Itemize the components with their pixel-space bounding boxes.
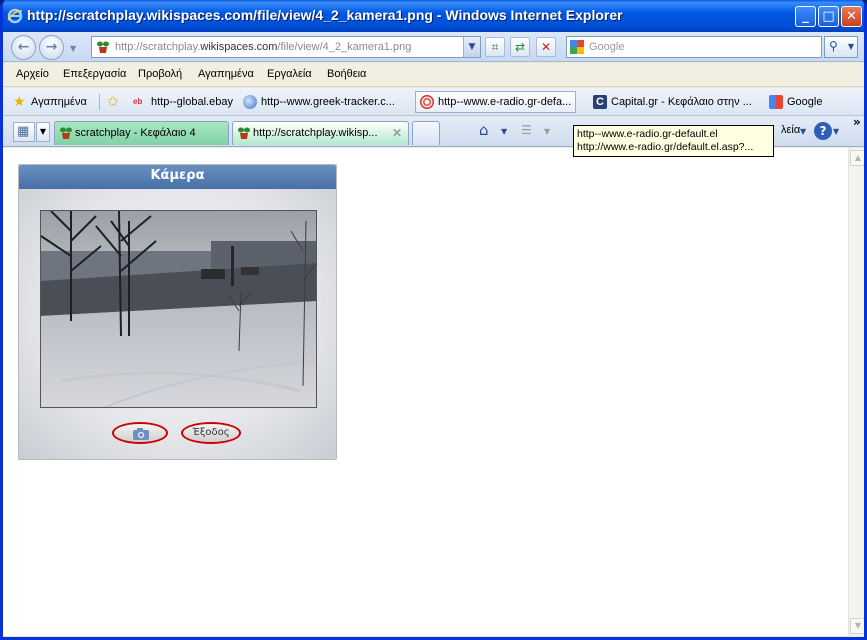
google-icon	[570, 40, 584, 54]
grid-icon: ▦	[17, 124, 30, 139]
plant-favicon-icon	[60, 127, 72, 139]
browser-window: http://scratchplay.wikispaces.com/file/v…	[0, 0, 867, 640]
scroll-down-icon[interactable]: ▼	[850, 618, 864, 634]
new-tab-button[interactable]	[412, 121, 440, 145]
minimize-button[interactable]: _	[795, 6, 816, 27]
panel-title: Κάμερα	[150, 168, 205, 183]
arrow-left-icon: ←	[17, 39, 30, 55]
tooltip-line-1: http--www.e-radio.gr-default.el	[577, 128, 718, 140]
address-toolbar: ← → ▼ http://scratchplay.wikispaces.com/…	[3, 32, 864, 62]
favorites-separator	[99, 94, 100, 110]
ebay-icon: eb	[133, 97, 143, 106]
history-dropdown-icon[interactable]: ▼	[70, 44, 76, 53]
quick-tabs-button[interactable]: ▦	[13, 122, 35, 142]
search-box[interactable]: Google	[566, 36, 822, 58]
toolbar-overflow-icon[interactable]: »	[853, 115, 861, 129]
plant-favicon-icon	[238, 127, 250, 139]
menu-help[interactable]: Βοήθεια	[327, 68, 366, 80]
favorite-item-google[interactable]: Google	[769, 93, 822, 111]
camera-panel-body: Έξοδος	[19, 189, 336, 459]
add-to-favorites-icon: ✩	[107, 93, 119, 109]
chevron-down-icon[interactable]: ▼	[833, 127, 839, 136]
chevron-down-icon: ▼	[847, 42, 854, 51]
exit-button[interactable]: Έξοδος	[181, 422, 241, 444]
favorites-bar: ★ Αγαπημένα ✩ eb http--global.ebay http-…	[3, 88, 864, 116]
maximize-button[interactable]: □	[818, 6, 839, 27]
window-title: http://scratchplay.wikispaces.com/file/v…	[27, 7, 623, 23]
arrow-right-icon: →	[45, 39, 58, 55]
page-content: Κάμερα Έξοδος	[3, 148, 848, 636]
plant-favicon-icon	[97, 41, 109, 53]
refresh-icon[interactable]: ⇄	[510, 37, 530, 57]
tooltip-line-2: http://www.e-radio.gr/default.el.asp?...	[577, 141, 754, 153]
search-input[interactable]: Google	[589, 41, 624, 53]
favorite-item-ebay[interactable]: eb http--global.ebay	[133, 93, 233, 111]
internet-explorer-icon	[7, 8, 23, 24]
menu-tools[interactable]: Εργαλεία	[267, 68, 312, 80]
maximize-icon: □	[822, 9, 835, 24]
menu-edit[interactable]: Επεξεργασία	[63, 68, 126, 80]
search-icon: ⚲	[829, 39, 838, 53]
snow-street-photo	[41, 211, 316, 407]
favorite-item-e-radio[interactable]: http--www.e-radio.gr-defa...	[415, 91, 577, 113]
title-bar: http://scratchplay.wikispaces.com/file/v…	[3, 0, 864, 32]
compatibility-view-icon[interactable]: ⌗	[485, 37, 505, 57]
home-icon[interactable]: ⌂	[479, 121, 489, 139]
close-button[interactable]: ✕	[841, 6, 862, 27]
globe-icon	[243, 95, 257, 109]
search-button[interactable]: ⚲ ▼	[824, 36, 858, 58]
chevron-down-icon[interactable]: ▼	[800, 127, 806, 136]
add-favorite-button[interactable]: ✩	[107, 93, 123, 111]
favorite-item-capital[interactable]: C Capital.gr - Κεφάλαιο στην ...	[593, 93, 752, 111]
tab-list-dropdown[interactable]: ▼	[36, 122, 50, 142]
close-icon: ✕	[846, 9, 857, 24]
camera-panel-header: Κάμερα	[19, 165, 336, 189]
chevron-down-icon[interactable]: ▼	[544, 127, 550, 136]
vertical-scrollbar[interactable]: ▲ ▼	[848, 148, 864, 636]
close-tab-icon[interactable]: ✕	[392, 122, 402, 144]
tools-menu-label[interactable]: λεία	[781, 124, 800, 136]
chevron-down-icon[interactable]: ▼	[501, 127, 507, 136]
camera-panel: Κάμερα Έξοδος	[18, 164, 337, 460]
stop-icon[interactable]: ✕	[536, 37, 556, 57]
address-bar[interactable]: http://scratchplay.wikispaces.com/file/v…	[91, 36, 481, 58]
back-button[interactable]: ←	[11, 35, 36, 60]
favorite-item-greek-tracker[interactable]: http--www.greek-tracker.c...	[243, 93, 395, 111]
camera-icon	[133, 428, 149, 440]
menu-file[interactable]: Αρχείο	[16, 68, 49, 80]
address-dropdown-icon[interactable]: ▼	[463, 37, 480, 57]
tab-scratchplay-chapter4[interactable]: scratchplay - Κεφάλαιο 4	[54, 121, 229, 145]
minimize-icon: _	[802, 9, 809, 24]
eradio-icon	[420, 95, 434, 109]
help-icon[interactable]: ?	[814, 122, 832, 140]
capital-icon: C	[593, 95, 607, 109]
tooltip: http--www.e-radio.gr-default.el http://w…	[573, 125, 774, 157]
star-icon: ★	[13, 93, 26, 109]
google-icon	[769, 95, 783, 109]
forward-button[interactable]: →	[39, 35, 64, 60]
menu-favorites[interactable]: Αγαπημένα	[198, 68, 254, 80]
menu-view[interactable]: Προβολή	[138, 68, 182, 80]
address-url[interactable]: http://scratchplay.wikispaces.com/file/v…	[115, 41, 411, 53]
tab-current-image[interactable]: http://scratchplay.wikisp... ✕	[232, 121, 409, 145]
camera-snapshot-image	[40, 210, 317, 408]
scroll-up-icon[interactable]: ▲	[850, 150, 864, 166]
feeds-icon[interactable]: ☰	[521, 123, 532, 137]
favorites-button[interactable]: ★ Αγαπημένα	[13, 93, 87, 111]
take-photo-button[interactable]	[112, 422, 168, 444]
menu-bar: Αρχείο Επεξεργασία Προβολή Αγαπημένα Εργ…	[3, 63, 864, 87]
